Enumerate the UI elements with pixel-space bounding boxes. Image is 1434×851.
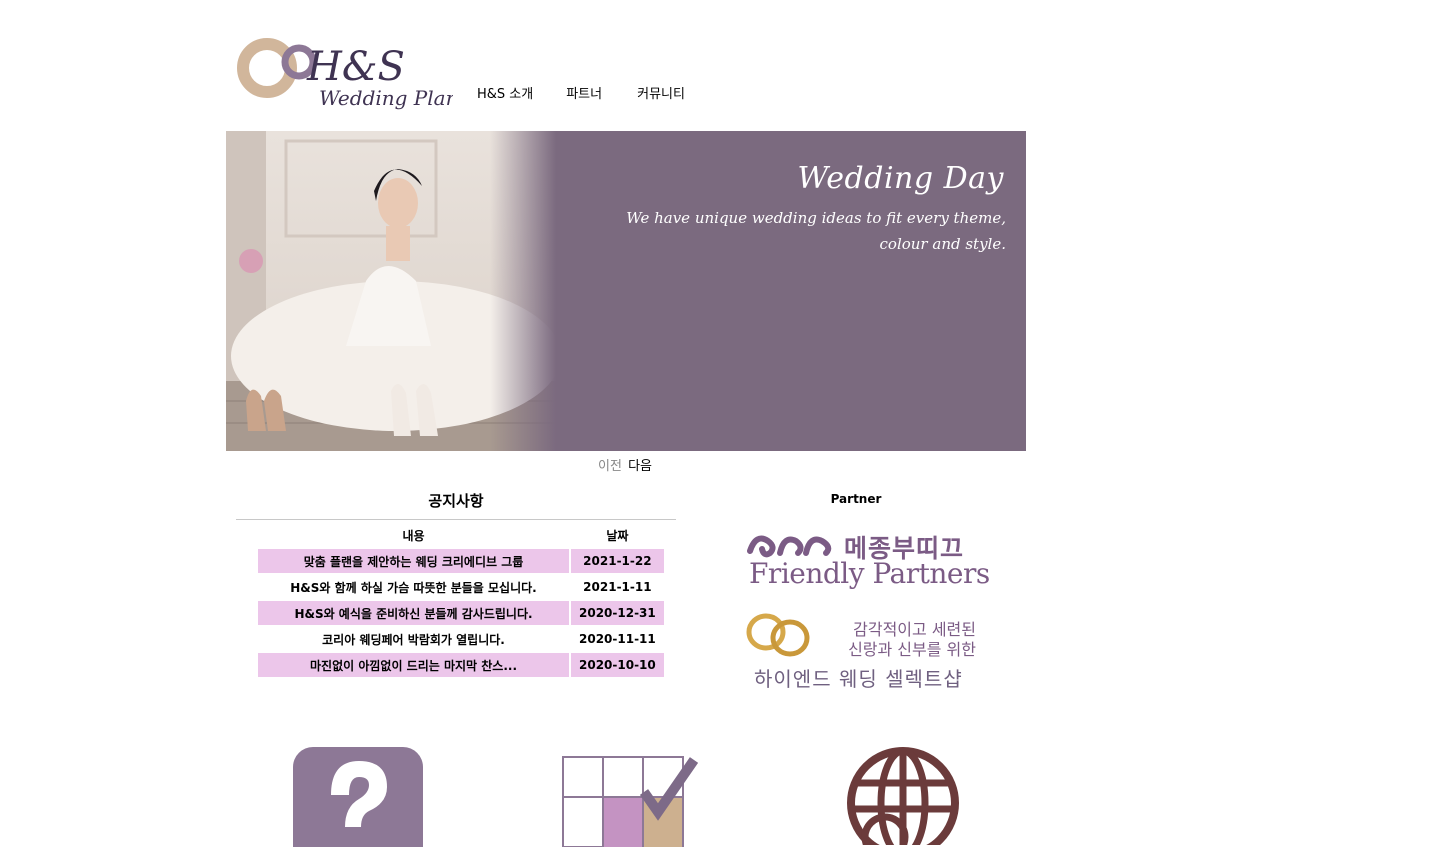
- notice-date: 2020-11-11: [579, 632, 656, 646]
- notice-title: 공지사항: [428, 492, 484, 510]
- notice-content[interactable]: 맞춤 플랜을 제안하는 웨딩 크리에디브 그룹: [258, 549, 569, 573]
- notice-date: 2020-12-31: [571, 601, 664, 625]
- notice-date: 2021-1-22: [571, 549, 664, 573]
- column-header-date: 날짜: [606, 528, 629, 543]
- notice-content[interactable]: 코리아 웨딩페어 박람회가 열립니다.: [258, 627, 569, 651]
- table-row[interactable]: H&S와 예식을 준비하신 분들께 감사드립니다. 2020-12-31: [258, 601, 664, 625]
- wedding-rings-icon: [746, 613, 810, 657]
- notice-table: 내용 날짜 맞춤 플랜을 제안하는 웨딩 크리에디브 그룹 2021-1-22 …: [256, 521, 666, 679]
- question-icon[interactable]: [293, 747, 423, 851]
- ad-line2: 신랑과 신부를 위한: [848, 640, 976, 659]
- prev-button[interactable]: 이전: [598, 459, 622, 474]
- next-button[interactable]: 다음: [628, 459, 652, 474]
- banner-title: Wedding Day: [797, 161, 1004, 196]
- table-row[interactable]: 코리아 웨딩페어 박람회가 열립니다. 2020-11-11: [258, 627, 664, 651]
- partner-title: Partner: [830, 492, 882, 506]
- logo-monogram: H&S: [306, 44, 405, 90]
- bride-photo: [226, 131, 556, 451]
- notice-content[interactable]: H&S와 예식을 준비하신 분들께 감사드립니다.: [258, 601, 569, 625]
- table-row[interactable]: H&S와 함께 하실 가슴 따뜻한 분들을 모십니다. 2021-1-11: [258, 575, 664, 599]
- wave-ornament-icon: [747, 535, 832, 558]
- table-header: 내용 날짜: [258, 523, 664, 547]
- checklist-grid-icon[interactable]: [562, 752, 699, 848]
- banner-subtitle: We have unique wedding ideas to fit ever…: [586, 205, 1006, 257]
- table-row[interactable]: 마진없이 아낌없이 드리는 마지막 찬스... 2020-10-10: [258, 653, 664, 677]
- logo-tagline: Wedding Plan: [319, 86, 453, 110]
- banner-subtitle-line1: We have unique wedding ideas to fit ever…: [626, 209, 1006, 227]
- notice-content[interactable]: H&S와 함께 하실 가슴 따뜻한 분들을 모십니다.: [258, 575, 569, 599]
- partner-logo[interactable]: 메종부띠끄 Friendly Partners: [746, 527, 990, 597]
- notice-date: 2021-1-11: [583, 580, 652, 594]
- globe-icon[interactable]: [845, 745, 961, 851]
- partner-brand-en: Friendly Partners: [749, 557, 990, 590]
- table-row[interactable]: 맞춤 플랜을 제안하는 웨딩 크리에디브 그룹 2021-1-22: [258, 549, 664, 573]
- hero-banner: Wedding Day We have unique wedding ideas…: [226, 131, 1026, 451]
- notice-date: 2020-10-10: [571, 653, 664, 677]
- slider-controls: 이전 다음: [598, 455, 652, 474]
- notice-divider: [236, 519, 676, 520]
- nav-item-about[interactable]: H&S 소개: [477, 86, 533, 104]
- nav-item-partner[interactable]: 파트너: [566, 86, 602, 104]
- notice-content[interactable]: 마진없이 아낌없이 드리는 마지막 찬스...: [258, 653, 569, 677]
- site-logo[interactable]: H&S Wedding Plan: [237, 34, 458, 110]
- column-header-content: 내용: [402, 528, 425, 543]
- nav-item-community[interactable]: 커뮤니티: [637, 86, 685, 104]
- ad-line3: 하이엔드 웨딩 셀렉트샵: [754, 667, 963, 691]
- banner-subtitle-line2: colour and style.: [879, 235, 1006, 253]
- partner-ad[interactable]: 감각적이고 세련된 신랑과 신부를 위한 하이엔드 웨딩 셀렉트샵: [744, 608, 980, 691]
- main-nav: H&S 소개 파트너 커뮤니티: [477, 86, 685, 104]
